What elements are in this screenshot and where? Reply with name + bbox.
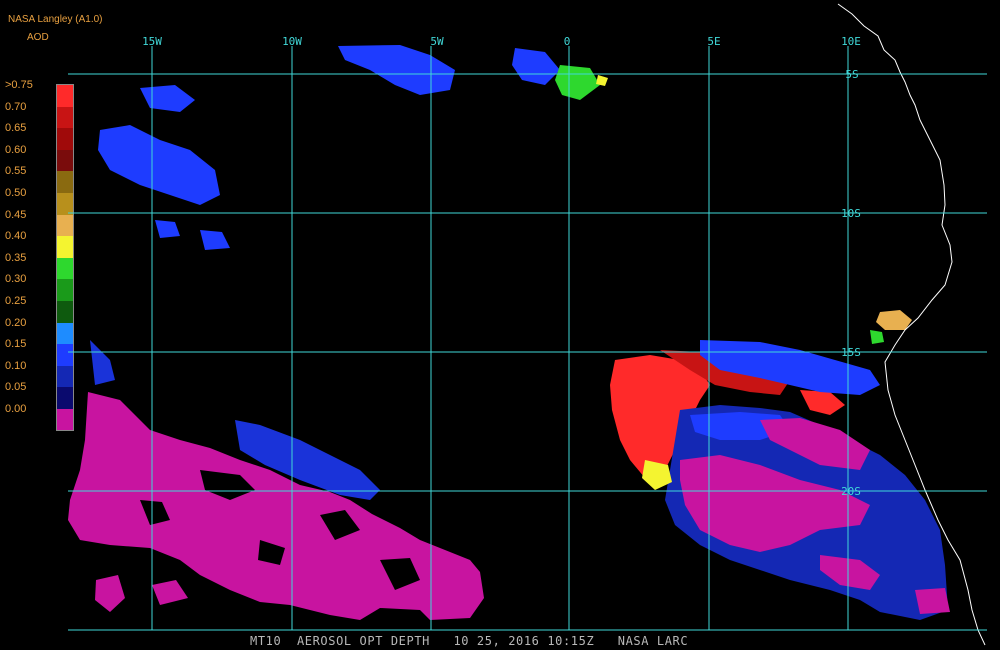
high-aod-plume-southeast [610, 340, 950, 620]
aod-green-speck-north [555, 65, 608, 100]
aerosol-plumes [68, 45, 950, 620]
aod-patches-northwest [98, 85, 230, 250]
lon-label-15w: 15W [142, 35, 162, 48]
lat-label-10s: 10S [841, 207, 861, 220]
aod-patches-north-center [338, 45, 560, 95]
map-canvas: 15W 10W 5W 0 5E 10E 5S 10S 15S 20S [68, 3, 987, 646]
lon-label-0: 0 [564, 35, 571, 48]
aod-map: NASA Langley (A1.0) AOD >0.75 0.70 0.65 0.6… [0, 0, 1000, 650]
lon-label-5e: 5E [707, 35, 720, 48]
lon-label-5w: 5W [430, 35, 444, 48]
caption-footer: MT10 AEROSOL OPT DEPTH 10 25, 2016 10:15… [250, 634, 689, 648]
lon-label-10w: 10W [282, 35, 302, 48]
lat-label-15s: 15S [841, 346, 861, 359]
lon-label-10e: 10E [841, 35, 861, 48]
longitude-labels: 15W 10W 5W 0 5E 10E [142, 35, 861, 48]
lat-label-20s: 20S [841, 485, 861, 498]
aod-patch-coastal-16s [870, 310, 912, 344]
lat-label-5s: 5S [845, 68, 858, 81]
low-aod-field-west [68, 392, 484, 620]
